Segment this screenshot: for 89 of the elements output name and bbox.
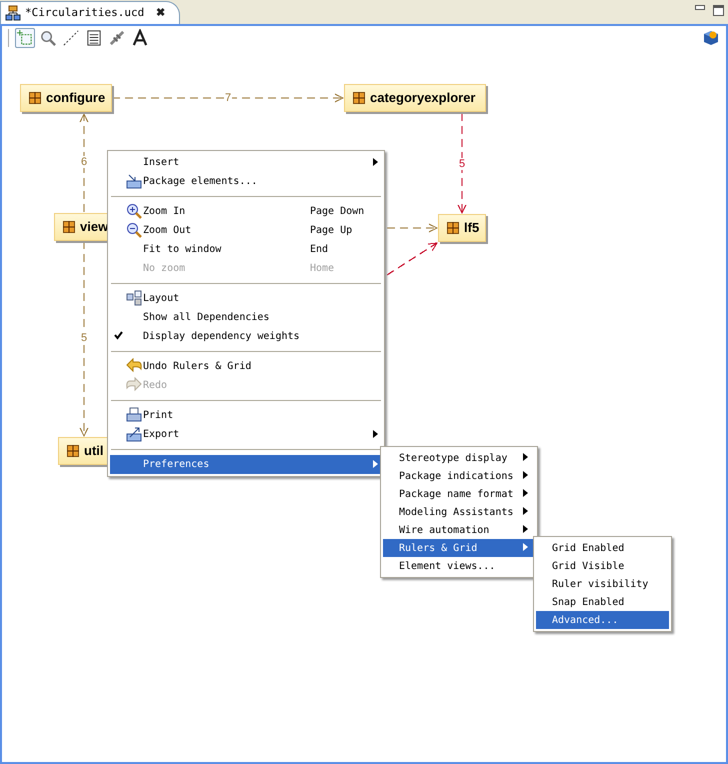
menu-item[interactable]: Layout xyxy=(110,289,382,308)
minimize-button[interactable] xyxy=(695,5,705,10)
menu-item[interactable]: Insert xyxy=(110,153,382,172)
package-name: lf5 xyxy=(464,219,480,238)
export-icon xyxy=(126,426,142,442)
menu-label: Insert xyxy=(143,156,180,170)
undo-icon xyxy=(126,358,142,374)
menu-label: Zoom In xyxy=(143,205,186,219)
menu-label: Package name format xyxy=(399,488,514,502)
zoom-out-icon xyxy=(126,222,142,238)
checkmark-icon xyxy=(114,331,123,340)
shortcut-label: Page Up xyxy=(310,224,352,238)
menu-label: Zoom Out xyxy=(143,224,192,238)
select-tool-icon[interactable] xyxy=(15,28,35,48)
layout-icon xyxy=(126,290,142,306)
editor-tab[interactable]: *Circularities.ucd ✖ xyxy=(0,1,180,24)
shortcut-label: Page Down xyxy=(310,205,364,219)
menu-item[interactable]: Fit to window End xyxy=(110,240,382,259)
redo-icon xyxy=(126,377,142,393)
menu-item[interactable]: Preferences xyxy=(110,455,382,474)
zoom-in-icon xyxy=(126,203,142,219)
package-node[interactable]: categoryexplorer xyxy=(344,84,486,112)
menu-item[interactable]: Show all Dependencies xyxy=(110,308,382,327)
menu-item[interactable]: Advanced... xyxy=(536,611,669,629)
print-icon xyxy=(126,407,142,423)
link-tool-icon[interactable] xyxy=(107,28,127,48)
menu-label: Modeling Assistants xyxy=(399,506,514,520)
text-tool-icon[interactable] xyxy=(130,28,150,48)
menu-item[interactable]: Package elements... xyxy=(110,172,382,191)
menu-label: Show all Dependencies xyxy=(143,311,270,325)
menu-item[interactable]: Wire automation xyxy=(383,521,535,539)
weight-label: 6 xyxy=(80,156,88,168)
menu-label: Print xyxy=(143,409,174,423)
package-icon xyxy=(63,221,75,233)
menu-item[interactable]: Print xyxy=(110,406,382,425)
menu-label: Ruler visibility xyxy=(552,578,648,592)
menu-label: Grid Visible xyxy=(552,560,624,574)
menu-item[interactable]: Stereotype display xyxy=(383,449,535,467)
menu-label: Undo Rulers & Grid xyxy=(143,360,252,374)
maximize-button[interactable] xyxy=(713,5,724,16)
package-icon xyxy=(447,222,459,234)
menu-item[interactable]: Package indications xyxy=(383,467,535,485)
menu-label: Grid Enabled xyxy=(552,542,624,556)
package-name: util xyxy=(84,442,104,460)
menu-item[interactable]: Display dependency weights xyxy=(110,327,382,346)
close-button[interactable]: ✖ xyxy=(156,4,166,22)
diagram-icon xyxy=(5,5,21,21)
package-name: categoryexplorer xyxy=(370,89,476,108)
menu-label: Wire automation xyxy=(399,524,490,538)
menu-item[interactable]: Snap Enabled xyxy=(536,593,669,611)
weight-label: 5 xyxy=(80,332,88,344)
menu-item[interactable]: Package name format xyxy=(383,485,535,503)
package-name: view xyxy=(80,218,108,236)
menu-label: Package indications xyxy=(399,470,514,484)
tab-title: *Circularities.ucd xyxy=(25,4,144,21)
menu-label: Snap Enabled xyxy=(552,596,624,610)
menu-label: Fit to window xyxy=(143,243,222,257)
package-icon xyxy=(67,445,79,457)
package-name: configure xyxy=(46,89,106,108)
package-icon xyxy=(353,92,365,104)
menu-item[interactable]: Grid Visible xyxy=(536,557,669,575)
menu-label: Layout xyxy=(143,292,180,306)
package-icon xyxy=(126,173,142,189)
package-node[interactable]: lf5 xyxy=(438,214,486,242)
menu-item[interactable]: Rulers & Grid xyxy=(383,539,535,557)
menu-label: Export xyxy=(143,428,180,442)
menu-item[interactable]: Ruler visibility xyxy=(536,575,669,593)
menu-item[interactable]: Undo Rulers & Grid xyxy=(110,357,382,376)
zoom-tool-icon[interactable] xyxy=(38,28,58,48)
dependency-tool-icon[interactable] xyxy=(61,28,81,48)
weight-label: 7 xyxy=(224,92,232,104)
menu-item[interactable]: Grid Enabled xyxy=(536,539,669,557)
shortcut-label: Home xyxy=(310,262,334,276)
package-icon xyxy=(29,92,41,104)
menu-label: Element views... xyxy=(399,560,496,574)
menu-item[interactable]: Modeling Assistants xyxy=(383,503,535,521)
menu-label: Redo xyxy=(143,379,168,393)
package-node[interactable]: configure xyxy=(20,84,112,112)
menu-label: Display dependency weights xyxy=(143,330,301,344)
menu-label: Preferences xyxy=(143,458,210,472)
menu-item[interactable]: Element views... xyxy=(383,557,535,575)
shortcut-label: End xyxy=(310,243,328,257)
cube-icon[interactable] xyxy=(702,29,720,47)
menu-label: Rulers & Grid xyxy=(399,542,478,556)
menu-label: Package elements... xyxy=(143,175,258,189)
menu-label: Advanced... xyxy=(552,614,618,628)
menu-label: Stereotype display xyxy=(399,452,508,466)
weight-label: 5 xyxy=(458,158,466,170)
menu-label: No zoom xyxy=(143,262,186,276)
